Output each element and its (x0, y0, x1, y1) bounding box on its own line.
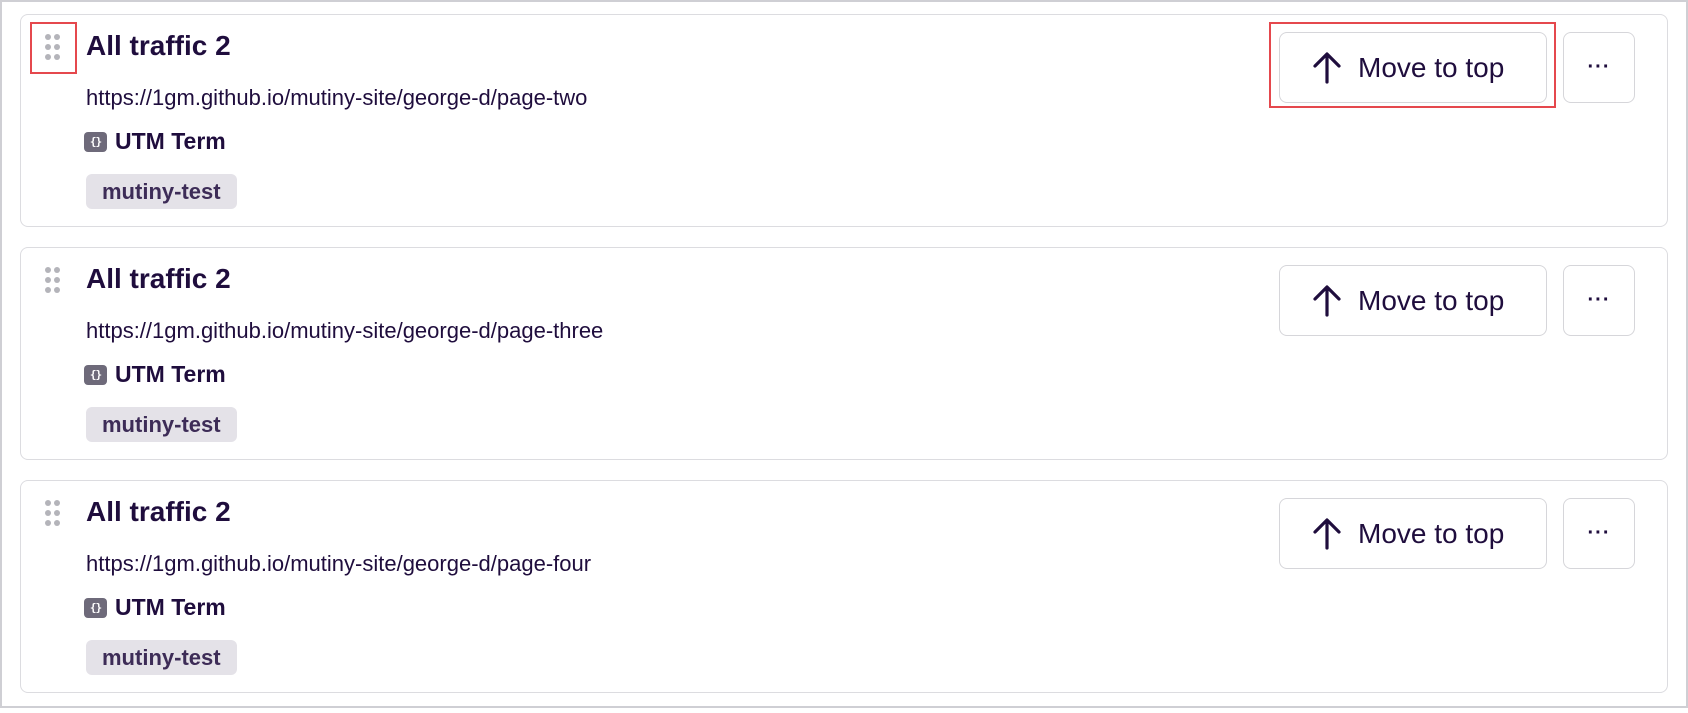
more-options-button[interactable]: ··· (1563, 498, 1635, 569)
condition-value-tag: mutiny-test (86, 407, 237, 442)
more-options-button[interactable]: ··· (1563, 32, 1635, 103)
code-brackets-icon: {} (84, 364, 107, 385)
move-to-top-button[interactable]: Move to top (1279, 498, 1547, 569)
arrow-up-icon (1313, 51, 1341, 84)
audience-card: All traffic 2 https://1gm.github.io/muti… (20, 14, 1668, 227)
code-brackets-icon: {} (84, 131, 107, 152)
condition-label: UTM Term (115, 361, 226, 387)
condition-label: UTM Term (115, 128, 226, 154)
condition-value-tag: mutiny-test (86, 640, 237, 675)
move-to-top-label: Move to top (1358, 517, 1505, 549)
condition-row: {} UTM Term (84, 128, 226, 155)
audience-card: All traffic 2 https://1gm.github.io/muti… (20, 480, 1668, 693)
move-to-top-label: Move to top (1358, 51, 1505, 83)
condition-value-tag: mutiny-test (86, 174, 237, 209)
more-options-button[interactable]: ··· (1563, 265, 1635, 336)
condition-row: {} UTM Term (84, 361, 226, 388)
audience-title: All traffic 2 (86, 496, 231, 527)
code-brackets-icon: {} (84, 597, 107, 618)
drag-handle-icon[interactable] (43, 498, 61, 528)
audience-url: https://1gm.github.io/mutiny-site/george… (86, 551, 592, 576)
move-to-top-button[interactable]: Move to top (1279, 265, 1547, 336)
drag-handle-icon[interactable] (43, 32, 61, 62)
condition-row: {} UTM Term (84, 594, 226, 621)
drag-handle-icon[interactable] (43, 265, 61, 295)
audience-card: All traffic 2 https://1gm.github.io/muti… (20, 247, 1668, 460)
move-to-top-label: Move to top (1358, 284, 1505, 316)
arrow-up-icon (1313, 517, 1341, 550)
audience-url: https://1gm.github.io/mutiny-site/george… (86, 318, 604, 343)
audience-title: All traffic 2 (86, 263, 231, 294)
condition-label: UTM Term (115, 594, 226, 620)
move-to-top-button[interactable]: Move to top (1279, 32, 1547, 103)
audience-list: All traffic 2 https://1gm.github.io/muti… (20, 14, 1668, 713)
audience-title: All traffic 2 (86, 30, 231, 61)
audience-url: https://1gm.github.io/mutiny-site/george… (86, 85, 588, 110)
arrow-up-icon (1313, 284, 1341, 317)
